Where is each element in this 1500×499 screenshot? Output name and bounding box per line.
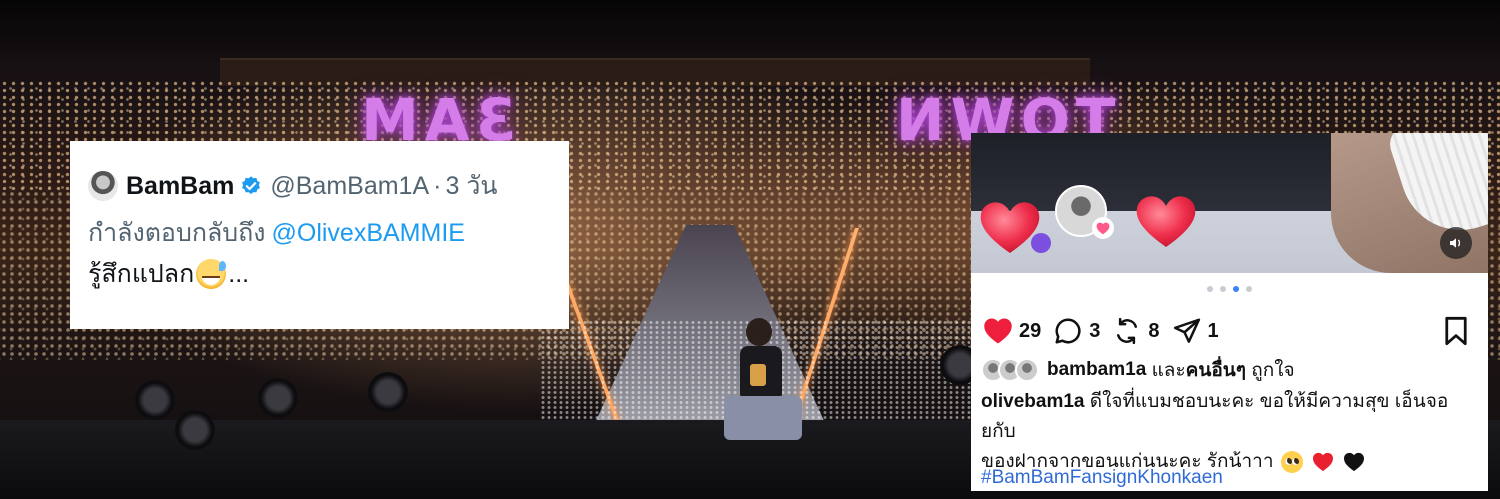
red-heart-emoji-icon [1313,452,1334,472]
repost-button[interactable]: 8 [1112,316,1160,346]
repost-count: 8 [1148,319,1160,342]
carousel-dot[interactable] [1207,286,1213,292]
carousel-dot[interactable] [1220,286,1226,292]
tweet-header: BamBam @BamBam1A · 3 วัน [88,169,551,203]
tweet-card[interactable]: BamBam @BamBam1A · 3 วัน กำลังตอบกลับถึง… [70,141,569,329]
tweet-body-ellipsis: ... [228,259,250,288]
stage-speaker [258,378,298,418]
small-heart-badge-icon [1092,217,1114,239]
liker-avatars [981,358,1039,382]
comment-count: 3 [1089,319,1101,342]
display-name[interactable]: BamBam [126,172,234,201]
share-button[interactable]: 1 [1172,316,1219,346]
share-count: 1 [1207,319,1219,342]
stage-speaker [175,410,215,450]
liked-by-suffix: ถูกใจ [1251,360,1295,381]
stage-speaker [368,372,408,412]
reply-mention-link[interactable]: @OlivexBAMMIE [272,219,465,247]
reply-context: กำลังตอบกลับถึง @OlivexBAMMIE [88,213,551,249]
performer-shirt-print [750,364,766,386]
grinning-sweat-emoji-icon [196,259,227,289]
user-handle[interactable]: @BamBam1A [270,172,429,201]
send-paper-plane-icon [1173,318,1200,343]
reply-prefix: กำลังตอบกลับถึง [88,219,266,247]
bookmark-icon[interactable] [1442,316,1470,346]
comment-bubble-icon [1055,318,1081,344]
post-caption: olivebam1a ดีใจที่แบมชอบนะคะ ขอให้มีความ… [981,387,1481,477]
like-button[interactable]: 29 [983,316,1041,346]
heart-sticker-icon [1136,196,1196,247]
comment-button[interactable]: 3 [1053,316,1100,346]
avatar[interactable] [88,171,118,201]
liker-username[interactable]: bambam1a [1047,359,1146,381]
liked-by-line[interactable]: bambam1a และ คนอื่นๆ ถูกใจ [981,355,1295,385]
performer-legs [724,396,802,440]
sound-toggle-button[interactable] [1440,227,1472,259]
liked-by-and: และ [1151,360,1186,381]
liked-by-others[interactable]: คนอื่นๆ [1186,355,1246,385]
post-media-carousel[interactable] [971,133,1488,273]
carousel-dot[interactable] [1246,286,1252,292]
action-bar: 29 3 8 1 [983,313,1476,349]
caption-author[interactable]: olivebam1a [981,391,1085,412]
verified-badge-icon [242,176,261,194]
blue-sticker [1031,233,1051,253]
hashtag-link[interactable]: #BamBamFansignKhonkaen [981,467,1223,489]
heart-filled-icon [984,318,1012,344]
black-heart-emoji-icon [1344,452,1365,472]
performer [710,318,810,450]
avatar [1015,358,1039,382]
like-count: 29 [1019,319,1042,342]
tweet-text: รู้สึกแปลก ... [88,255,551,293]
stage-speaker [135,380,175,420]
repost-icon [1117,317,1138,345]
performer-head [746,318,772,346]
pleading-face-emoji-icon [1280,450,1303,473]
tweet-body-text: รู้สึกแปลก [88,260,195,288]
carousel-indicator [971,286,1488,296]
speaker-icon [1450,238,1461,248]
carousel-dot-active[interactable] [1233,286,1239,292]
separator-dot: · [433,171,442,200]
timestamp[interactable]: 3 วัน [445,166,497,206]
social-post-card[interactable]: 29 3 8 1 bambam1a และ คนอื่นๆ ถูกใจ oliv… [971,133,1488,491]
